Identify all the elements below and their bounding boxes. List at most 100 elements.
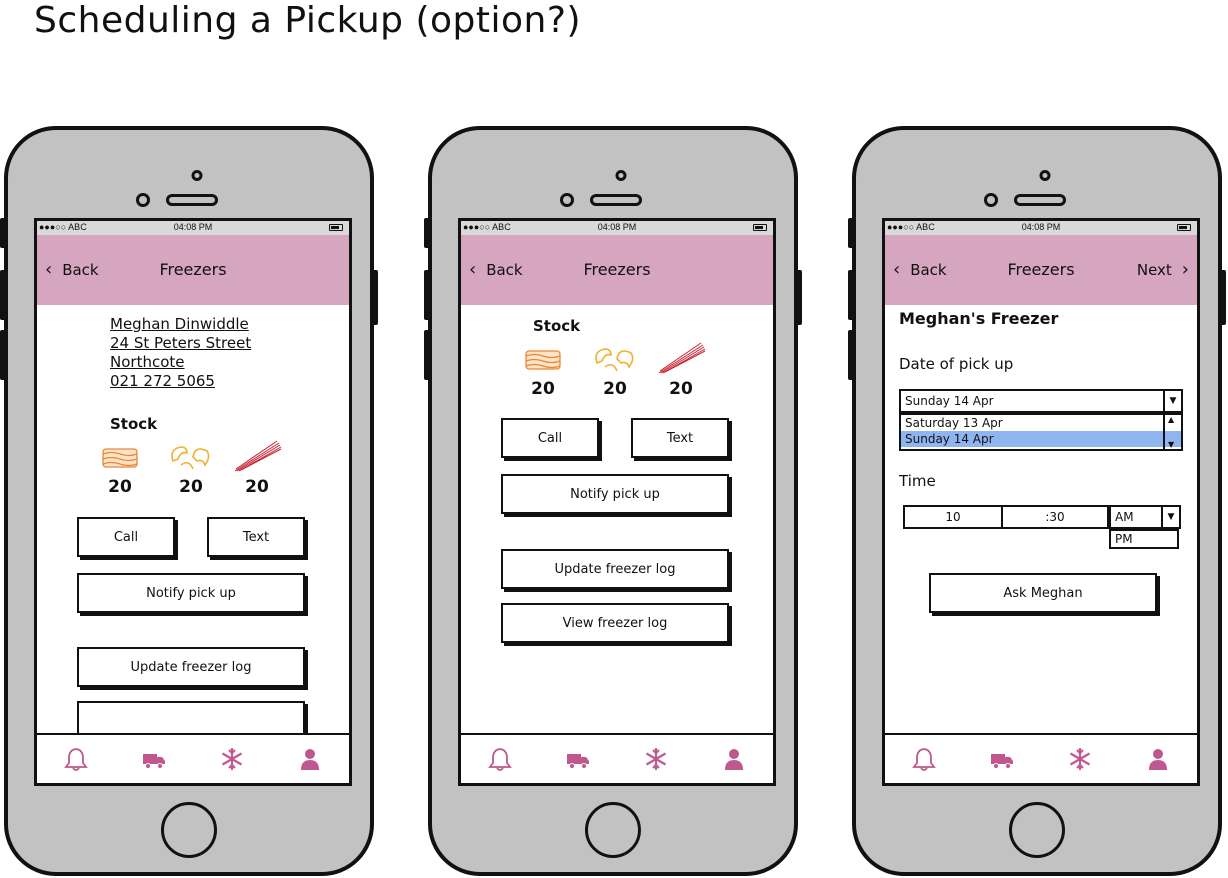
- chevron-down-icon[interactable]: ▼: [1163, 391, 1181, 411]
- minute-field[interactable]: :30: [1001, 505, 1109, 529]
- bell-icon[interactable]: [63, 746, 89, 772]
- stock-count-spaghetti: 20: [245, 477, 269, 497]
- ask-meghan-button[interactable]: Ask Meghan: [929, 573, 1157, 613]
- nav-title: Freezers: [583, 260, 651, 279]
- notify-pickup-button[interactable]: Notify pick up: [77, 573, 305, 613]
- screen: ●●●○○ ABC 04:08 PM ‹ Back Freezers Next …: [882, 218, 1200, 786]
- macaroni-icon: [595, 348, 634, 372]
- listbox-scrollbar[interactable]: ▲ ▼: [1163, 415, 1181, 449]
- ampm-option[interactable]: PM: [1111, 531, 1177, 547]
- mute-switch: [0, 218, 6, 248]
- scroll-up-icon[interactable]: ▲: [1168, 415, 1174, 424]
- date-option-selected[interactable]: Sunday 14 Apr: [901, 431, 1181, 447]
- volume-up-button: [0, 270, 6, 320]
- content: Meghan Dinwiddle 24 St Peters Street Nor…: [37, 305, 349, 741]
- tab-bar: [885, 733, 1197, 783]
- tab-bar: [461, 733, 773, 783]
- update-freezer-log-button[interactable]: Update freezer log: [501, 549, 729, 589]
- contact-phone[interactable]: 021 272 5065: [110, 372, 251, 391]
- mute-switch: [424, 218, 430, 248]
- contact-card: Meghan Dinwiddle 24 St Peters Street Nor…: [110, 315, 251, 391]
- phone-2: ●●●○○ ABC 04:08 PM ‹ Back Freezers Stock: [424, 126, 802, 876]
- sensor: [984, 193, 998, 207]
- time-label: Time: [899, 472, 936, 490]
- volume-down-button: [0, 330, 6, 380]
- bell-icon[interactable]: [487, 746, 513, 772]
- stock-count-macaroni: 20: [603, 379, 627, 399]
- status-time: 04:08 PM: [597, 222, 637, 232]
- battery-icon: [753, 224, 767, 231]
- stock-count-lasagne: 20: [531, 379, 555, 399]
- truck-icon[interactable]: [565, 746, 591, 772]
- contact-suburb[interactable]: Northcote: [110, 353, 251, 372]
- chevron-right-icon: ›: [1181, 259, 1189, 280]
- freezer-heading: Meghan's Freezer: [899, 309, 1059, 328]
- lasagne-icon: [525, 350, 561, 370]
- speaker: [1014, 194, 1066, 206]
- stock-count-lasagne: 20: [108, 477, 132, 497]
- volume-up-button: [424, 270, 430, 320]
- stock-label: Stock: [110, 415, 158, 433]
- contact-street[interactable]: 24 St Peters Street: [110, 334, 251, 353]
- home-button[interactable]: [1009, 802, 1065, 858]
- update-freezer-log-button[interactable]: Update freezer log: [77, 647, 305, 687]
- speaker: [590, 194, 642, 206]
- next-label: Next: [1136, 261, 1172, 279]
- home-button[interactable]: [585, 802, 641, 858]
- next-button[interactable]: Next ›: [1136, 259, 1189, 280]
- date-listbox[interactable]: Saturday 13 Apr Sunday 14 Apr ▲ ▼: [899, 413, 1183, 451]
- user-icon[interactable]: [297, 746, 323, 772]
- ampm-select[interactable]: AM ▼: [1109, 505, 1181, 529]
- user-icon[interactable]: [721, 746, 747, 772]
- page-title: Scheduling a Pickup (option?): [34, 0, 581, 41]
- scroll-down-icon[interactable]: ▼: [1168, 440, 1174, 449]
- sensor: [136, 193, 150, 207]
- stock-count-macaroni: 20: [179, 477, 203, 497]
- snowflake-icon[interactable]: [219, 746, 245, 772]
- volume-up-button: [848, 270, 854, 320]
- date-select[interactable]: Sunday 14 Apr ▼: [899, 389, 1183, 413]
- status-bar: ●●●○○ ABC 04:08 PM: [885, 221, 1197, 235]
- view-freezer-log-button[interactable]: View freezer log: [501, 603, 729, 643]
- truck-icon[interactable]: [989, 746, 1015, 772]
- contact-name[interactable]: Meghan Dinwiddle: [110, 315, 251, 334]
- ampm-listbox[interactable]: PM: [1109, 529, 1179, 549]
- date-label: Date of pick up: [899, 355, 1014, 373]
- call-button[interactable]: Call: [77, 517, 175, 557]
- stock-count-spaghetti: 20: [669, 379, 693, 399]
- power-button: [372, 270, 378, 325]
- user-icon[interactable]: [1145, 746, 1171, 772]
- status-bar: ●●●○○ ABC 04:08 PM: [37, 221, 349, 235]
- tab-bar: [37, 733, 349, 783]
- battery-icon: [329, 224, 343, 231]
- speaker: [166, 194, 218, 206]
- volume-down-button: [424, 330, 430, 380]
- chevron-down-icon[interactable]: ▼: [1161, 507, 1179, 527]
- content: Meghan's Freezer Date of pick up Sunday …: [885, 305, 1197, 733]
- power-button: [796, 270, 802, 325]
- date-option[interactable]: Saturday 13 Apr: [901, 415, 1181, 431]
- volume-down-button: [848, 330, 854, 380]
- hour-field[interactable]: 10: [903, 505, 1003, 529]
- stock-label: Stock: [533, 317, 581, 335]
- snowflake-icon[interactable]: [1067, 746, 1093, 772]
- snowflake-icon[interactable]: [643, 746, 669, 772]
- nav-bar: ‹ Back Freezers Next ›: [885, 235, 1197, 305]
- notify-pickup-button[interactable]: Notify pick up: [501, 474, 729, 514]
- nav-bar: ‹ Back Freezers: [37, 235, 349, 305]
- status-time: 04:08 PM: [173, 222, 213, 232]
- truck-icon[interactable]: [141, 746, 167, 772]
- home-button[interactable]: [161, 802, 217, 858]
- bell-icon[interactable]: [911, 746, 937, 772]
- ampm-value: AM: [1115, 510, 1134, 524]
- text-button[interactable]: Text: [207, 517, 305, 557]
- content: Stock 20 20 20 Call Text Notify pick up …: [461, 305, 773, 733]
- nav-title: Freezers: [159, 260, 227, 279]
- screen: ●●●○○ ABC 04:08 PM ‹ Back Freezers Megha…: [34, 218, 352, 786]
- call-button[interactable]: Call: [501, 418, 599, 458]
- mute-switch: [848, 218, 854, 248]
- power-button: [1220, 270, 1226, 325]
- nav-bar: ‹ Back Freezers: [461, 235, 773, 305]
- text-button[interactable]: Text: [631, 418, 729, 458]
- front-camera: [1039, 170, 1051, 181]
